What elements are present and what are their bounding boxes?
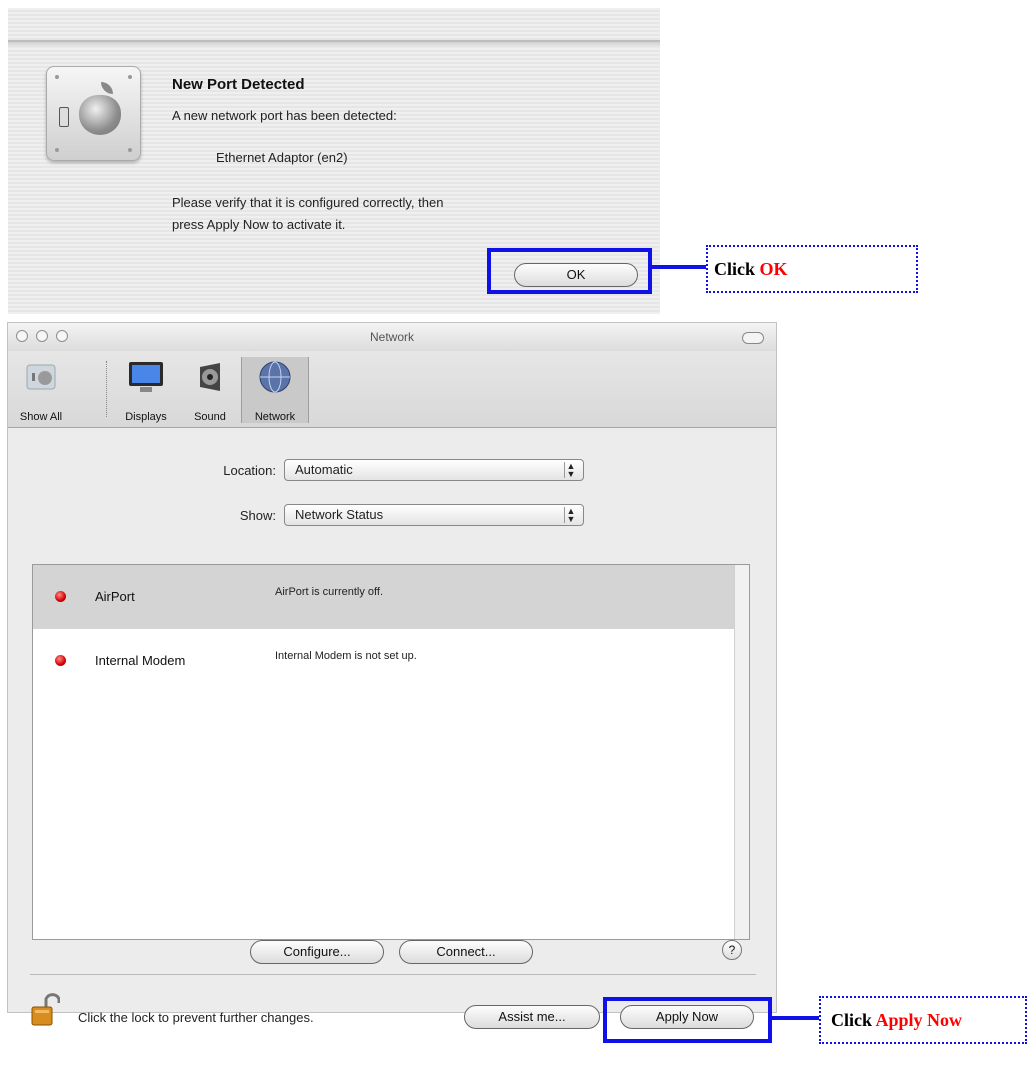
popup-arrows-icon: ▲ ▼ xyxy=(564,507,577,524)
status-red-dot-icon xyxy=(55,655,66,666)
lock-icon[interactable] xyxy=(30,991,60,1027)
toolbar-separator xyxy=(106,361,107,417)
apple-logo-icon xyxy=(79,95,121,135)
title-bar[interactable]: Network xyxy=(8,323,776,352)
toolbar-toggle-button[interactable] xyxy=(742,332,764,344)
port-name: AirPort xyxy=(95,589,135,604)
toolbar: Show All Displays Sound Network xyxy=(8,351,776,428)
sheet-title: New Port Detected xyxy=(172,76,305,93)
apply-now-callout: Click Apply Now xyxy=(819,996,1027,1044)
ok-callout-connector xyxy=(652,265,708,269)
apply-callout-highlight: Apply Now xyxy=(875,1010,963,1030)
network-icon xyxy=(259,361,291,393)
toolbar-label-displays: Displays xyxy=(125,411,167,423)
toolbar-network[interactable]: Network xyxy=(241,357,309,423)
network-window: Network Show All Displays Sound Network … xyxy=(7,322,777,1029)
port-name: Internal Modem xyxy=(95,653,186,668)
switch-icon xyxy=(59,107,69,127)
location-popup[interactable]: Automatic ▲ ▼ xyxy=(284,459,584,481)
screw-icon xyxy=(128,148,132,152)
ok-callout: Click OK xyxy=(706,245,918,293)
show-all-icon xyxy=(26,364,56,390)
show-label: Show: xyxy=(239,508,276,523)
screw-icon xyxy=(55,75,59,79)
status-red-dot-icon xyxy=(55,591,66,602)
list-item-internal-modem[interactable]: Internal Modem Internal Modem is not set… xyxy=(33,629,735,693)
footer-divider xyxy=(30,974,756,975)
sheet-message: A new network port has been detected: xyxy=(172,108,397,123)
toolbar-sound[interactable]: Sound xyxy=(184,357,236,423)
sheet-shadow xyxy=(8,42,660,48)
sound-icon xyxy=(200,363,220,391)
port-status: AirPort is currently off. xyxy=(275,586,383,598)
apply-now-callout-connector xyxy=(772,1016,820,1020)
ok-callout-highlight: OK xyxy=(759,259,788,279)
sheet-instruction-line1: Please verify that it is configured corr… xyxy=(172,195,444,210)
popup-arrows-icon: ▲ ▼ xyxy=(564,462,577,479)
toolbar-label-sound: Sound xyxy=(194,411,226,423)
location-label: Location: xyxy=(223,463,276,478)
location-value: Automatic xyxy=(295,462,353,477)
detected-port-name: Ethernet Adaptor (en2) xyxy=(216,150,348,165)
screw-icon xyxy=(128,75,132,79)
ok-highlight-box xyxy=(487,248,652,294)
apple-leaf-icon xyxy=(101,82,113,94)
network-status-list[interactable]: AirPort AirPort is currently off. Intern… xyxy=(32,564,750,940)
toolbar-show-all[interactable]: Show All xyxy=(10,357,72,423)
sheet-instruction-line2: press Apply Now to activate it. xyxy=(172,217,346,232)
port-status: Internal Modem is not set up. xyxy=(275,650,417,662)
toolbar-label-network: Network xyxy=(254,411,296,423)
apply-now-highlight-box xyxy=(603,997,772,1043)
assist-me-button[interactable]: Assist me... xyxy=(464,1005,600,1029)
show-value: Network Status xyxy=(295,507,384,522)
ok-callout-prefix: Click xyxy=(714,259,760,279)
apply-callout-prefix: Click xyxy=(831,1010,876,1030)
toolbar-displays[interactable]: Displays xyxy=(116,357,176,423)
connect-button[interactable]: Connect... xyxy=(399,940,533,964)
show-popup[interactable]: Network Status ▲ ▼ xyxy=(284,504,584,526)
configure-button[interactable]: Configure... xyxy=(250,940,384,964)
screw-icon xyxy=(55,148,59,152)
list-scrollbar[interactable] xyxy=(734,565,749,939)
list-item-airport[interactable]: AirPort AirPort is currently off. xyxy=(33,565,735,629)
toolbar-label-show-all: Show All xyxy=(19,411,63,423)
window-title: Network xyxy=(369,330,414,344)
network-preferences-icon xyxy=(46,66,141,161)
displays-icon xyxy=(129,362,163,392)
lock-message: Click the lock to prevent further change… xyxy=(78,1010,314,1025)
help-button[interactable]: ? xyxy=(722,940,742,960)
